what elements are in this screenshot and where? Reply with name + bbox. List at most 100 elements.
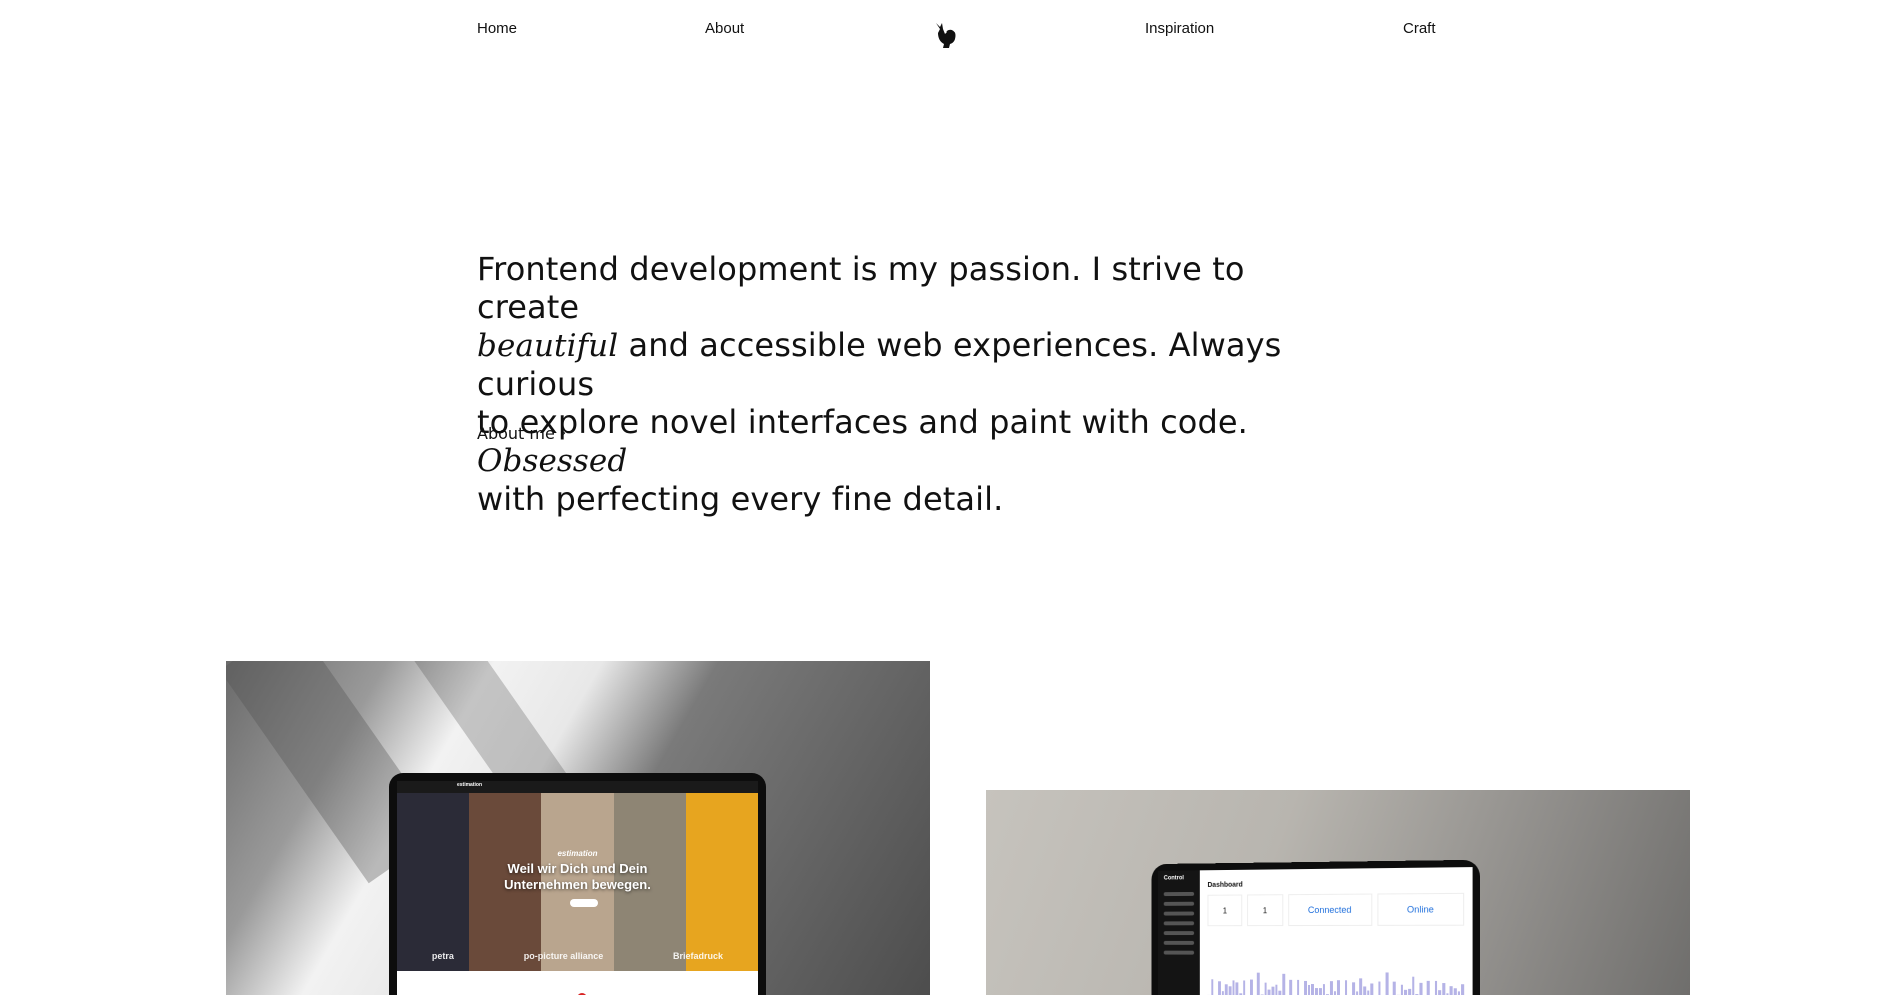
chart-bar: [1232, 980, 1235, 995]
nav-inspiration-link[interactable]: Inspiration: [1145, 20, 1214, 38]
chart-bar: [1461, 984, 1465, 995]
dashboard-brand: Control: [1163, 875, 1184, 882]
hero-emphasis-beautiful: beautiful: [477, 328, 619, 364]
chart-bar: [1315, 987, 1318, 995]
chart-bar: [1404, 989, 1408, 995]
activity-chart: [1207, 971, 1465, 995]
chart-bar: [1296, 980, 1300, 995]
stat-tile: 1: [1247, 894, 1283, 927]
chart-bar: [1370, 983, 1374, 995]
hero-line-3: to explore novel interfaces and paint wi…: [477, 403, 1248, 441]
chart-bar: [1235, 982, 1239, 995]
chart-bar: [1426, 981, 1430, 995]
chart-bar: [1218, 981, 1221, 995]
chart-bar: [1411, 977, 1415, 995]
dashboard-main: Dashboard 1 1 Connected Online: [1200, 867, 1473, 995]
chart-bar: [1211, 979, 1214, 995]
chart-bar: [1363, 986, 1366, 995]
sidebar-item: [1163, 891, 1195, 897]
status-tile: Online: [1377, 892, 1465, 926]
chart-bar: [1289, 980, 1293, 995]
nav-craft-link[interactable]: Craft: [1403, 20, 1436, 38]
site-tagline: estimation: [557, 849, 598, 858]
chart-bar: [1322, 984, 1326, 995]
chart-bar: [1408, 988, 1411, 995]
hero-line-4: with perfecting every fine detail.: [477, 480, 1004, 518]
status-tile: Connected: [1287, 893, 1373, 927]
chart-bar: [1228, 986, 1232, 995]
sidebar-item: [1163, 931, 1195, 936]
chart-bar: [1257, 972, 1260, 995]
chart-bar: [1400, 984, 1404, 995]
laptop-mockup: estimation estimation Weil wir Dich und …: [389, 773, 766, 995]
stat-tile: 1: [1207, 894, 1243, 927]
chart-bar: [1392, 981, 1396, 995]
chart-bar: [1250, 979, 1253, 995]
dashboard-title: Dashboard: [1207, 881, 1243, 889]
chart-bar: [1242, 980, 1246, 995]
chart-bar: [1282, 973, 1286, 995]
chart-bar: [1434, 981, 1438, 995]
about-me-link[interactable]: About me ›: [477, 424, 566, 443]
chart-bar: [1271, 986, 1275, 995]
chart-bar: [1311, 984, 1315, 995]
nav-about-link[interactable]: About: [705, 20, 744, 38]
dashboard-tiles: 1 1 Connected Online: [1207, 892, 1465, 927]
site-header-bar: estimation: [397, 781, 758, 793]
chart-bar: [1442, 983, 1446, 995]
chart-bar: [1385, 972, 1389, 995]
chart-bar: [1344, 980, 1348, 995]
chart-bar: [1318, 988, 1322, 995]
chevron-right-icon: ›: [560, 426, 567, 441]
sidebar-item: [1163, 950, 1195, 955]
laptop-screen: estimation estimation Weil wir Dich und …: [397, 781, 758, 995]
laptop-notch: [1306, 861, 1328, 869]
chart-bar: [1304, 981, 1307, 995]
chart-bar: [1307, 984, 1311, 995]
laptop-notch: [565, 773, 591, 779]
site-headline: Weil wir Dich und Dein Unternehmen beweg…: [397, 861, 758, 893]
chart-bar: [1351, 982, 1355, 995]
chart-bar: [1329, 981, 1333, 995]
client-logos: petra po-picture alliance Briefadruck: [397, 941, 758, 971]
site-headline-1: Weil wir Dich und Dein: [507, 861, 648, 876]
chart-bar: [1355, 991, 1359, 995]
client-logo: po-picture alliance: [523, 951, 604, 961]
sidebar-item: [1163, 901, 1195, 906]
laptop-mockup: Control Dashboard 1 1 Connected Online: [1151, 859, 1480, 995]
chart-bar: [1337, 980, 1340, 995]
client-logo: petra: [431, 951, 454, 961]
logo-svg: [936, 23, 956, 48]
chart-bar: [1275, 985, 1278, 995]
sidebar-item: [1163, 911, 1195, 916]
site-headline-2: Unternehmen bewegen.: [504, 877, 651, 892]
chart-bar: [1221, 991, 1225, 995]
chart-bar: [1377, 981, 1381, 995]
chart-bar: [1225, 984, 1228, 995]
chart-bar: [1453, 987, 1457, 995]
chart-bar: [1449, 986, 1453, 995]
hero-line-1: Frontend development is my passion. I st…: [477, 250, 1245, 326]
sidebar-item: [1163, 921, 1195, 926]
chart-bar: [1419, 982, 1423, 995]
chart-bar: [1278, 991, 1282, 995]
site-brand: estimation: [457, 782, 483, 788]
chart-bar: [1366, 991, 1370, 995]
hero-emphasis-obsessed: Obsessed: [477, 443, 628, 479]
dashboard-sidebar: Control: [1158, 870, 1200, 995]
client-logo: Briefadruck: [673, 951, 724, 961]
hero-intro: Frontend development is my passion. I st…: [477, 250, 1307, 518]
chart-bar: [1457, 991, 1461, 995]
about-me-label: About me: [477, 424, 555, 443]
nav-home-link[interactable]: Home: [477, 20, 517, 38]
chart-bar: [1359, 978, 1363, 995]
chart-bar: [1264, 982, 1268, 995]
project-card-agency[interactable]: estimation estimation Weil wir Dich und …: [226, 661, 930, 995]
chart-bar: [1438, 990, 1442, 995]
fox-logo-icon[interactable]: [930, 20, 960, 50]
site-cta-button: [570, 899, 598, 907]
chart-bar: [1267, 989, 1271, 995]
laptop-screen: Control Dashboard 1 1 Connected Online: [1158, 867, 1473, 995]
project-card-dashboard[interactable]: Control Dashboard 1 1 Connected Online: [986, 790, 1690, 995]
sidebar-item: [1163, 940, 1195, 945]
